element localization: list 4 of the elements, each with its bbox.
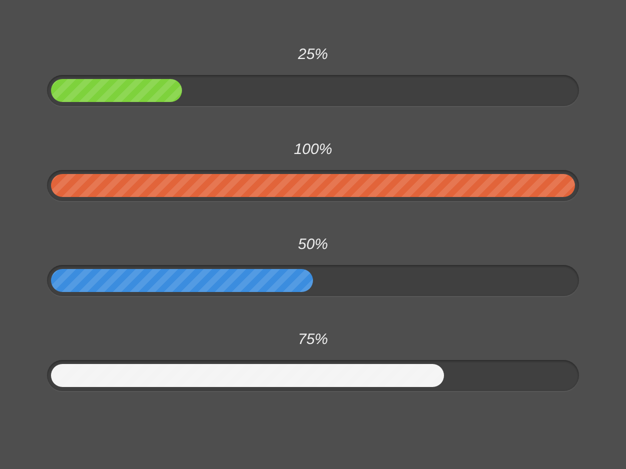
percent-label: 100% [294,140,332,160]
percent-label: 25% [298,45,328,65]
percent-label: 75% [298,330,328,350]
percent-label: 50% [298,235,328,255]
